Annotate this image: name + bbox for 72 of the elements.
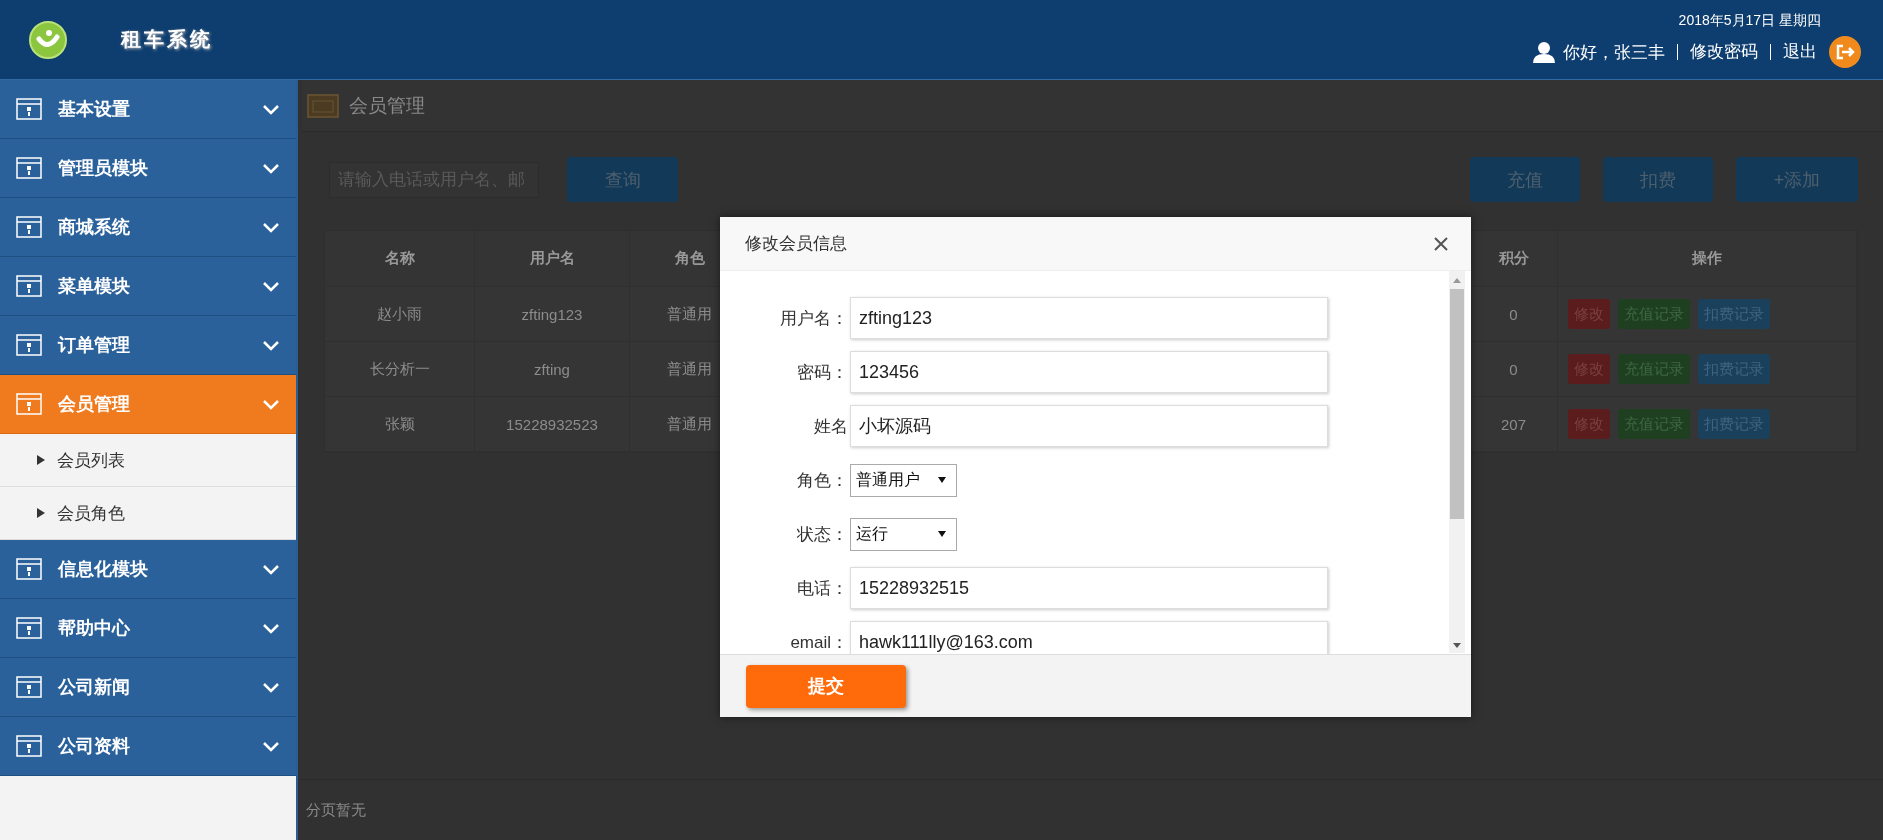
date-text: 2018年5月17日 星期四 <box>1678 12 1821 30</box>
chevron-icon <box>262 622 280 634</box>
dropdown[interactable]: 普通用户 <box>850 463 957 497</box>
input-field[interactable]: 小坏源码 <box>850 405 1328 447</box>
field-label: 电话： <box>796 577 849 600</box>
sidebar-item[interactable]: 商城系统 <box>0 198 296 257</box>
table-cell: 长分析一 <box>325 342 475 397</box>
logo-icon <box>29 20 67 59</box>
window-icon <box>16 558 42 580</box>
table-cell: 张颖 <box>325 397 475 452</box>
column-header: 积分 <box>1470 231 1558 287</box>
input-field[interactable]: hawk111lly@163.com <box>850 621 1328 654</box>
triangle-icon <box>37 455 45 465</box>
column-header: 用户名 <box>475 231 630 287</box>
chevron-icon <box>262 563 280 575</box>
input-field[interactable]: zfting123 <box>850 297 1328 339</box>
dropdown[interactable]: 运行 <box>850 517 957 551</box>
pagination-text: 分页暂无 <box>306 800 366 820</box>
field-label: 姓名 <box>813 415 849 438</box>
close-icon[interactable] <box>1433 235 1449 252</box>
chevron-icon <box>262 103 280 115</box>
dropdown-arrow-icon <box>938 477 946 483</box>
system-title: 租车系统 <box>121 26 213 53</box>
window-icon <box>16 98 42 120</box>
user-icon <box>1533 41 1555 63</box>
sidebar-item[interactable]: 管理员模块 <box>0 139 296 198</box>
chevron-icon <box>262 162 280 174</box>
window-icon <box>16 334 42 356</box>
table-cell: 0 <box>1470 342 1558 397</box>
window-icon <box>16 393 42 415</box>
field-label: 角色： <box>796 469 849 492</box>
logout-icon[interactable] <box>1829 36 1861 68</box>
greeting-text: 你好，张三丰 <box>1563 41 1666 64</box>
sidebar-item[interactable]: 公司新闻 <box>0 658 296 717</box>
input-field[interactable]: 123456 <box>850 351 1328 393</box>
scrollbar[interactable] <box>1449 271 1465 653</box>
field-label: email： <box>789 631 849 654</box>
chevron-icon <box>262 398 280 410</box>
dropdown-arrow-icon <box>938 531 946 537</box>
page-title: 会员管理 <box>349 93 425 118</box>
sidebar-item[interactable]: 公司资料 <box>0 717 296 776</box>
triangle-icon <box>37 508 45 518</box>
chevron-icon <box>262 280 280 292</box>
table-cell: 0 <box>1470 287 1558 342</box>
field-label: 状态： <box>796 523 849 546</box>
window-icon <box>16 735 42 757</box>
sidebar-item[interactable]: 帮助中心 <box>0 599 296 658</box>
sidebar-item[interactable]: 菜单模块 <box>0 257 296 316</box>
input-field[interactable]: 15228932515 <box>850 567 1328 609</box>
page-icon <box>307 93 339 118</box>
field-label: 密码： <box>796 361 849 384</box>
sidebar-item[interactable]: 订单管理 <box>0 316 296 375</box>
table-cell: 207 <box>1470 397 1558 452</box>
column-header: 操作 <box>1558 231 1857 287</box>
window-icon <box>16 617 42 639</box>
field-label: 用户名： <box>779 307 849 330</box>
chevron-icon <box>262 681 280 693</box>
column-header: 名称 <box>325 231 475 287</box>
table-cell: zfting123 <box>475 287 630 342</box>
chevron-icon <box>262 339 280 351</box>
window-icon <box>16 157 42 179</box>
table-cell: 15228932523 <box>475 397 630 452</box>
chevron-icon <box>262 740 280 752</box>
window-icon <box>16 216 42 238</box>
table-cell: zfting <box>475 342 630 397</box>
chevron-icon <box>262 221 280 233</box>
window-icon <box>16 676 42 698</box>
sidebar-item[interactable]: 信息化模块 <box>0 540 296 599</box>
table-cell: 赵小雨 <box>325 287 475 342</box>
sidebar-item[interactable]: 基本设置 <box>0 80 296 139</box>
window-icon <box>16 275 42 297</box>
change-password-link[interactable]: 修改密码 <box>1677 44 1770 60</box>
